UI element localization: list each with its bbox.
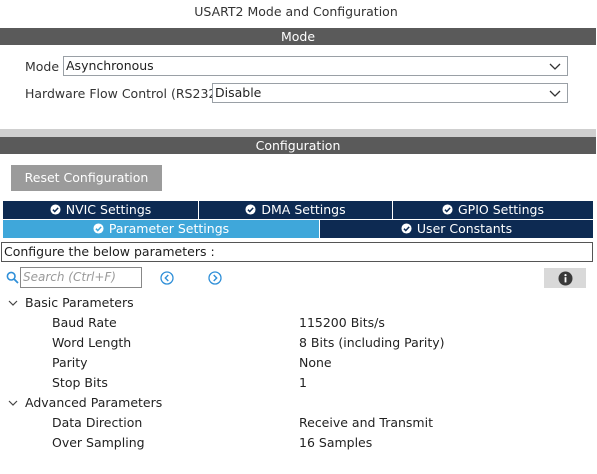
param-parity-label: Parity [52, 355, 88, 370]
flow-control-select-value: Disable [215, 85, 262, 100]
param-baud-rate-label: Baud Rate [52, 315, 117, 330]
info-button[interactable] [544, 268, 586, 288]
window-title: USART2 Mode and Configuration [194, 4, 398, 19]
check-circle-icon [50, 204, 61, 215]
chevron-down-icon[interactable] [8, 398, 18, 408]
param-over-sampling-value[interactable]: 16 Samples [299, 435, 372, 450]
param-data-direction-label: Data Direction [52, 415, 143, 430]
group-advanced-parameters[interactable]: Advanced Parameters [25, 395, 162, 410]
next-icon[interactable] [208, 271, 222, 285]
chevron-down-icon[interactable] [8, 298, 18, 308]
mode-section-header: Mode [0, 28, 596, 45]
info-icon [558, 271, 573, 286]
check-circle-icon [401, 223, 412, 234]
search-icon [6, 271, 19, 284]
tab-nvic-settings[interactable]: NVIC Settings [3, 201, 198, 219]
param-stop-bits-label: Stop Bits [52, 375, 108, 390]
param-over-sampling-label: Over Sampling [52, 435, 145, 450]
tab-label: GPIO Settings [458, 202, 544, 217]
chevron-down-icon [549, 90, 561, 97]
group-basic-parameters[interactable]: Basic Parameters [25, 295, 134, 310]
tab-parameter-settings[interactable]: Parameter Settings [3, 220, 319, 238]
param-baud-rate-value[interactable]: 115200 Bits/s [299, 315, 385, 330]
configure-hint: Configure the below parameters : [1, 242, 593, 262]
flow-control-label: Hardware Flow Control (RS232) [25, 86, 222, 101]
param-word-length-label: Word Length [52, 335, 132, 350]
mode-label: Mode [25, 59, 60, 74]
configuration-section-header: Configuration [0, 137, 596, 154]
param-data-direction-value[interactable]: Receive and Transmit [299, 415, 433, 430]
param-word-length-value[interactable]: 8 Bits (including Parity) [299, 335, 445, 350]
check-circle-icon [245, 204, 256, 215]
mode-select-value: Asynchronous [66, 58, 154, 73]
flow-control-select[interactable]: Disable [212, 83, 568, 103]
tab-dma-settings[interactable]: DMA Settings [199, 201, 392, 219]
search-input[interactable]: Search (Ctrl+F) [20, 267, 142, 288]
tab-label: DMA Settings [261, 202, 346, 217]
tab-label: Parameter Settings [108, 221, 230, 236]
param-stop-bits-value[interactable]: 1 [299, 375, 307, 390]
chevron-down-icon [549, 63, 561, 70]
param-parity-value[interactable]: None [299, 355, 332, 370]
check-circle-icon [442, 204, 453, 215]
tab-label: NVIC Settings [65, 202, 152, 217]
reset-configuration-button[interactable]: Reset Configuration [11, 165, 162, 191]
previous-icon[interactable] [160, 271, 174, 285]
mode-select[interactable]: Asynchronous [63, 56, 568, 76]
tab-label: User Constants [416, 221, 513, 236]
tab-user-constants[interactable]: User Constants [320, 220, 593, 238]
tab-gpio-settings[interactable]: GPIO Settings [393, 201, 593, 219]
check-circle-icon [93, 223, 104, 234]
